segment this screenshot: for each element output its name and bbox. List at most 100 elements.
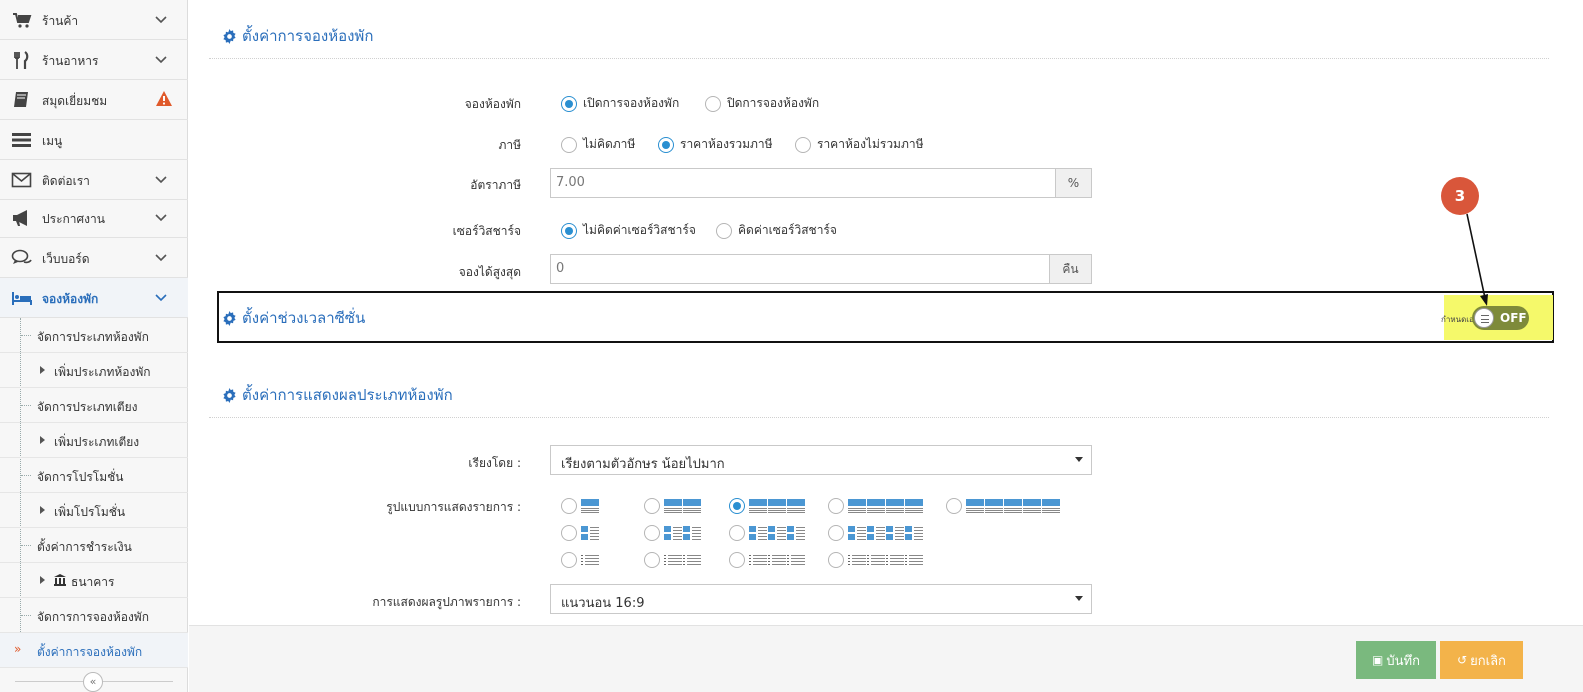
app: ร้านค้า ร้านอาหาร สมุดเยี่ยมชม เมนู ติดต… — [0, 0, 1583, 692]
sidebar-sub-label: จัดการประเภทห้องพัก — [37, 330, 149, 344]
layout-option-img-1[interactable] — [561, 525, 599, 541]
radio-label: ราคาห้องไม่รวมภาษี — [817, 137, 924, 151]
tree-connector — [21, 545, 31, 546]
cart-icon — [13, 13, 32, 28]
radio-circle[interactable] — [644, 498, 660, 514]
radio-circle[interactable] — [729, 552, 745, 568]
bed-icon — [12, 292, 32, 305]
radio-circle[interactable] — [828, 552, 844, 568]
sidebar-sub-booking-settings[interactable]: » ตั้งค่าการจองห้องพัก — [0, 633, 188, 668]
sidebar-sub-payment-settings[interactable]: ตั้งค่าการชำระเงิน — [0, 528, 188, 563]
sort-select[interactable]: เรียงตามตัวอักษร น้อยไปมาก — [550, 445, 1092, 475]
layout-option-grid-1[interactable] — [561, 498, 599, 514]
radio-circle[interactable] — [828, 525, 844, 541]
layout-option-grid-3[interactable] — [729, 498, 805, 514]
radio-circle[interactable] — [729, 525, 745, 541]
chevron-down-icon — [155, 214, 167, 222]
radio-circle[interactable] — [561, 95, 577, 112]
radio-service-none[interactable]: ไม่คิดค่าเซอร์วิสชาร์จ — [561, 221, 696, 240]
annotation-number-badge: 3 — [1441, 177, 1479, 215]
radio-circle[interactable] — [644, 525, 660, 541]
radio-circle[interactable] — [729, 498, 745, 514]
layout-option-grid-4[interactable] — [828, 498, 923, 514]
sidebar-sub-manage-room-types[interactable]: จัดการประเภทห้องพัก — [0, 318, 188, 353]
envelope-icon — [11, 172, 32, 188]
sidebar-item-label: สมุดเยี่ยมชม — [42, 94, 108, 108]
radio-circle[interactable] — [658, 136, 674, 153]
radio-circle[interactable] — [561, 222, 577, 239]
sidebar-sub-add-bed-type[interactable]: เพิ่มประเภทเตียง — [0, 423, 188, 458]
sidebar-sub-manage-promotions[interactable]: จัดการโปรโมชั่น — [0, 458, 188, 493]
caret-down-icon — [1075, 596, 1083, 601]
chat-bubbles-icon — [11, 249, 32, 264]
chevron-down-icon — [155, 16, 167, 24]
chevron-down-icon — [155, 176, 167, 184]
sidebar-item-shop[interactable]: ร้านค้า — [0, 0, 188, 40]
radio-tax-excluded[interactable]: ราคาห้องไม่รวมภาษี — [795, 135, 924, 154]
radio-circle[interactable] — [561, 552, 577, 568]
toggle-state-text: OFF — [1500, 311, 1527, 325]
radio-circle[interactable] — [561, 498, 577, 514]
sidebar-item-booking[interactable]: จองห้องพัก — [0, 278, 188, 318]
layout-option-img-4[interactable] — [828, 525, 923, 541]
tax-rate-input[interactable]: 7.00 — [550, 168, 1055, 198]
sidebar: ร้านค้า ร้านอาหาร สมุดเยี่ยมชม เมนู ติดต… — [0, 0, 188, 692]
sidebar-item-restaurant[interactable]: ร้านอาหาร — [0, 40, 188, 80]
sidebar-sub-manage-bed-types[interactable]: จัดการประเภทเตียง — [0, 388, 188, 423]
radio-circle[interactable] — [828, 498, 844, 514]
max-nights-input[interactable]: 0 — [550, 254, 1049, 284]
save-button[interactable]: ▣ บันทึก — [1356, 641, 1436, 679]
layout-option-img-3[interactable] — [729, 525, 805, 541]
radio-circle[interactable] — [561, 136, 577, 153]
radio-tax-included[interactable]: ราคาห้องรวมภาษี — [658, 135, 773, 154]
sidebar-item-webboard[interactable]: เว็บบอร์ด — [0, 238, 188, 278]
sidebar-sub-add-room-type[interactable]: เพิ่มประเภทห้องพัก — [0, 353, 188, 388]
tree-connector — [21, 615, 31, 616]
radio-circle[interactable] — [561, 525, 577, 541]
layout-option-list-2[interactable] — [644, 552, 701, 568]
radio-circle[interactable] — [705, 95, 721, 112]
sidebar-item-contact[interactable]: ติดต่อเรา — [0, 160, 188, 200]
caret-right-icon — [40, 436, 45, 444]
sidebar-sub-bank[interactable]: ธนาคาร — [0, 563, 188, 598]
sidebar-item-guestbook[interactable]: สมุดเยี่ยมชม — [0, 80, 188, 120]
display-section-title: ตั้งค่าการแสดงผลประเภทห้องพัก — [222, 383, 453, 407]
radio-circle[interactable] — [795, 136, 811, 153]
sidebar-item-label: ประกาศงาน — [42, 212, 105, 226]
layout-option-grid-5[interactable] — [946, 498, 1060, 514]
menu-list-icon — [12, 133, 31, 147]
sort-label: เรียงโดย : — [468, 456, 521, 470]
image-format-select[interactable]: แนวนอน 16:9 — [550, 584, 1092, 614]
radio-service-charge[interactable]: คิดค่าเซอร์วิสชาร์จ — [716, 221, 837, 240]
layout-option-list-1[interactable] — [561, 552, 599, 568]
grip-lines-icon — [1481, 315, 1489, 323]
max-nights-unit: คืน — [1049, 254, 1092, 284]
chevron-down-icon — [155, 294, 167, 302]
sidebar-sub-manage-bookings[interactable]: จัดการการจองห้องพัก — [0, 598, 188, 633]
layout-option-list-3[interactable] — [729, 552, 805, 568]
custom-season-toggle[interactable]: OFF — [1472, 306, 1529, 330]
sidebar-collapse-button[interactable]: « — [83, 672, 103, 692]
radio-booking-closed[interactable]: ปิดการจองห้องพัก — [705, 94, 819, 113]
fork-knife-icon — [14, 51, 29, 69]
sidebar-item-jobs[interactable]: ประกาศงาน — [0, 198, 188, 238]
radio-circle[interactable] — [946, 498, 962, 514]
radio-booking-open[interactable]: เปิดการจองห้องพัก — [561, 94, 679, 113]
sidebar-sub-label: เพิ่มโปรโมชั่น — [54, 505, 126, 519]
layout-label: รูปแบบการแสดงรายการ : — [386, 500, 521, 514]
layout-thumbnail-icon — [581, 526, 599, 540]
radio-label: ไม่คิดภาษี — [583, 137, 636, 151]
layout-thumbnail-icon — [664, 526, 701, 540]
chevron-down-icon — [155, 254, 167, 262]
layout-option-grid-2[interactable] — [644, 498, 701, 514]
sidebar-item-menu[interactable]: เมนู — [0, 120, 188, 160]
layout-option-list-4[interactable] — [828, 552, 923, 568]
cancel-button[interactable]: ↺ ยกเลิก — [1440, 641, 1523, 679]
radio-circle[interactable] — [644, 552, 660, 568]
layout-option-img-2[interactable] — [644, 525, 701, 541]
radio-tax-none[interactable]: ไม่คิดภาษี — [561, 135, 635, 154]
layout-thumbnail-icon — [848, 555, 923, 565]
sidebar-sub-label: เพิ่มประเภทห้องพัก — [54, 365, 151, 379]
radio-circle[interactable] — [716, 222, 732, 239]
sidebar-sub-add-promotion[interactable]: เพิ่มโปรโมชั่น — [0, 493, 188, 528]
